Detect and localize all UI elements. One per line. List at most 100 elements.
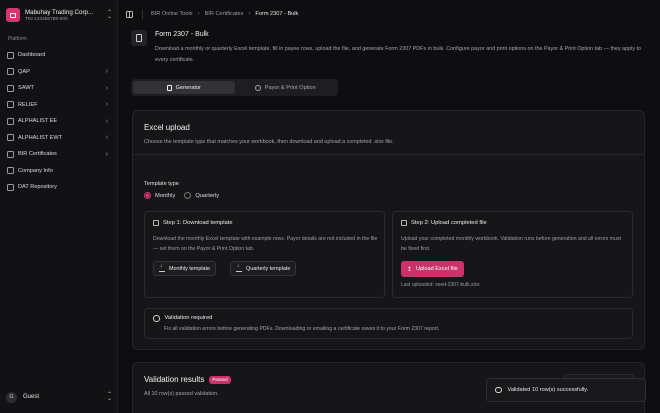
quarterly-template-button[interactable]: Quarterly template	[230, 261, 297, 276]
settings-icon	[254, 84, 261, 91]
nav-icon	[7, 68, 14, 76]
sidebar: Mabuhay Trading Corp... TIN 123456789-00…	[0, 0, 118, 413]
nav-icon	[7, 134, 14, 142]
sidebar-item-label: DAT Repository	[18, 184, 57, 191]
sidebar-item-qap[interactable]: QAP ›	[4, 64, 114, 81]
step1-title: Step 1: Download template	[163, 220, 233, 226]
chevron-right-icon: ›	[105, 101, 108, 109]
download-icon	[236, 263, 242, 272]
breadcrumb-item-certificates[interactable]: BIR Certificates	[205, 11, 244, 17]
button-label: Monthly template	[169, 265, 211, 272]
sidebar-item-bir-certificates[interactable]: BIR Certificates ›	[4, 146, 114, 163]
radio-monthly-label[interactable]: Monthly	[155, 193, 175, 199]
button-label: Quarterly template	[246, 265, 291, 272]
validation-required-alert: Validation required Fix all validation e…	[144, 308, 633, 339]
sidebar-toggle-icon[interactable]	[126, 10, 133, 18]
upload-excel-button[interactable]: ↥ Upload Excel file	[401, 261, 464, 277]
template-type-radio-group: Monthly Quarterly	[144, 192, 228, 199]
step1-text: Download the monthly Excel template with…	[153, 236, 378, 252]
upload-icon: ↥	[407, 266, 413, 273]
chevrons-up-down-icon: ⌃ ⌄	[106, 10, 112, 20]
nav-icon	[7, 84, 14, 92]
divider	[142, 9, 143, 19]
radio-monthly[interactable]	[144, 192, 151, 199]
file-icon	[166, 84, 172, 91]
chevron-right-icon: ›	[105, 150, 108, 158]
nav-icon	[7, 101, 14, 109]
sidebar-item-alphalist-ee[interactable]: ALPHALIST EE ›	[4, 113, 114, 130]
org-text: Mabuhay Trading Corp... TIN 123456789-00…	[25, 9, 107, 22]
org-name: Mabuhay Trading Corp...	[25, 8, 94, 16]
toast-message: Validated 10 row(s) successfully.	[507, 387, 589, 393]
monthly-template-button[interactable]: Monthly template	[153, 261, 217, 276]
breadcrumb-separator: ›	[197, 11, 200, 17]
topbar: BIR Online Tools › BIR Certificates › Fo…	[118, 0, 660, 28]
radio-quarterly-label[interactable]: Quarterly	[195, 193, 219, 199]
divider	[133, 154, 644, 155]
sidebar-item-label: QAP	[18, 68, 30, 75]
download-icon	[159, 263, 165, 272]
alert-title: Validation required	[164, 315, 213, 322]
chevron-right-icon: ›	[105, 84, 108, 92]
step1-heading: Step 1: Download template	[153, 220, 233, 226]
step2-panel: Step 2: Upload completed file Upload you…	[392, 211, 633, 298]
nav-icon	[7, 150, 14, 158]
step2-heading: Step 2: Upload completed file	[401, 220, 487, 226]
breadcrumb-item-tools[interactable]: BIR Online Tools	[151, 11, 193, 17]
nav-icon	[7, 51, 14, 59]
check-circle-icon	[495, 386, 502, 394]
document-icon	[131, 30, 147, 46]
tab-label: Generator	[175, 84, 201, 91]
card-title: Excel upload	[144, 123, 190, 132]
tab-bar: Generator Payor & Print Option	[131, 79, 338, 96]
tab-generator[interactable]: Generator	[133, 81, 235, 94]
excel-upload-card: Excel upload Choose the template type th…	[132, 110, 645, 350]
chevrons-up-down-icon: ⌃ ⌄	[106, 392, 112, 402]
upload-file-icon	[401, 220, 407, 226]
user-menu[interactable]: G Guest ⌃ ⌄	[6, 389, 112, 405]
validation-results-title: Validation results	[144, 375, 205, 384]
org-switcher[interactable]: Mabuhay Trading Corp... TIN 123456789-00…	[6, 6, 112, 24]
file-icon	[153, 220, 159, 226]
chevron-right-icon: ›	[105, 134, 108, 142]
sidebar-item-label: ALPHALIST EWT	[18, 134, 63, 141]
sidebar-item-dat-repository[interactable]: DAT Repository	[4, 179, 114, 196]
sidebar-nav: Dashboard QAP › SAWT › RELIEF › ALPHALIST EE › AL…	[4, 47, 114, 196]
radio-quarterly[interactable]	[184, 192, 192, 199]
nav-section-title: Platform	[8, 36, 27, 42]
sidebar-item-label: RELIEF	[18, 101, 38, 108]
step1-panel: Step 1: Download template Download the m…	[144, 211, 385, 298]
page-title: Form 2307 - Bulk	[155, 31, 209, 38]
card-subtitle: Choose the template type that matches yo…	[144, 139, 394, 145]
info-icon	[153, 315, 160, 322]
last-uploaded: Last uploaded: seed-2307-bulk.xlsx	[401, 282, 480, 288]
org-tin: TIN 123456789-000	[25, 16, 68, 22]
sidebar-item-label: Dashboard	[18, 52, 46, 59]
card-title: Validation results Passed	[144, 375, 231, 384]
breadcrumb-item-current: Form 2307 - Bulk	[255, 11, 299, 17]
card-subtitle: All 10 row(s) passed validation.	[144, 391, 219, 397]
nav-icon	[7, 167, 14, 175]
chevron-right-icon: ›	[105, 117, 108, 125]
tab-payor-print-option[interactable]: Payor & Print Option	[235, 81, 337, 94]
step2-text: Upload your completed monthly workbook. …	[401, 236, 621, 252]
nav-icon	[7, 183, 14, 191]
chevron-right-icon: ›	[105, 68, 108, 76]
step2-title: Step 2: Upload completed file	[411, 220, 487, 226]
sidebar-item-label: BIR Certificates	[18, 151, 57, 158]
sidebar-item-label: Company Info	[18, 167, 53, 174]
sidebar-item-alphalist-ewt[interactable]: ALPHALIST EWT ›	[4, 130, 114, 147]
toast-notification: Validated 10 row(s) successfully.	[486, 378, 646, 402]
avatar: G	[6, 391, 17, 403]
page-description: Download a monthly or quarterly Excel te…	[155, 46, 642, 63]
nav-icon	[7, 117, 14, 125]
sidebar-item-dashboard[interactable]: Dashboard	[4, 47, 114, 64]
status-badge: Passed	[209, 375, 231, 384]
breadcrumb-separator: ›	[248, 11, 251, 17]
sidebar-item-relief[interactable]: RELIEF ›	[4, 97, 114, 114]
sidebar-item-sawt[interactable]: SAWT ›	[4, 80, 114, 97]
org-logo-icon	[6, 8, 20, 22]
sidebar-item-company-info[interactable]: Company Info	[4, 163, 114, 180]
tab-label: Payor & Print Option	[264, 84, 316, 91]
button-label: Upload Excel file	[416, 266, 458, 272]
